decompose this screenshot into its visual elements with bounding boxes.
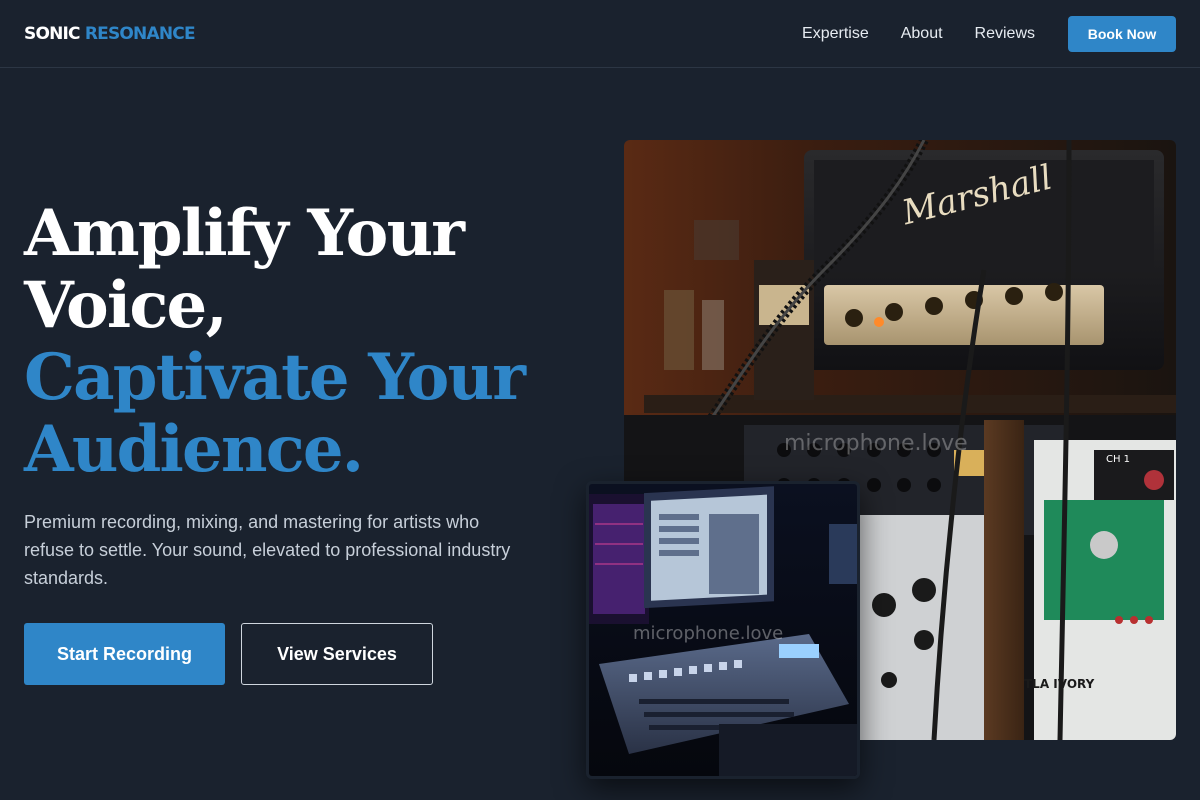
main-image-watermark: microphone.love bbox=[784, 431, 968, 456]
site-header: SONIC RESONANCE Expertise About Reviews … bbox=[0, 0, 1200, 68]
secondary-image-watermark: microphone.love bbox=[633, 623, 783, 644]
nav-link-reviews[interactable]: Reviews bbox=[975, 25, 1035, 43]
mixing-console-image: microphone.love bbox=[586, 481, 860, 779]
headline-line-1: Amplify Your bbox=[24, 196, 465, 271]
headline-line-4: Audience. bbox=[24, 412, 364, 487]
brand-logo[interactable]: SONIC RESONANCE bbox=[24, 23, 196, 44]
nav-link-expertise[interactable]: Expertise bbox=[802, 25, 869, 43]
main-nav: Expertise About Reviews Book Now bbox=[802, 15, 1176, 52]
view-services-button[interactable]: View Services bbox=[241, 623, 433, 685]
brand-name-part1: SONIC bbox=[24, 23, 81, 44]
mixing-console-illustration: microphone.love bbox=[589, 484, 857, 776]
brand-name-part2: RESONANCE bbox=[84, 23, 196, 44]
headline-line-2: Voice, bbox=[24, 268, 228, 343]
channel-label: CH 1 bbox=[1106, 454, 1130, 465]
hero-subtext: Premium recording, mixing, and mastering… bbox=[24, 512, 511, 588]
headline-line-3: Captivate Your bbox=[24, 340, 526, 415]
start-recording-button[interactable]: Start Recording bbox=[24, 623, 225, 685]
hero-headline: Amplify Your Voice, Captivate Your Audie… bbox=[24, 196, 526, 487]
nav-link-about[interactable]: About bbox=[901, 25, 943, 43]
book-now-button[interactable]: Book Now bbox=[1068, 15, 1176, 52]
